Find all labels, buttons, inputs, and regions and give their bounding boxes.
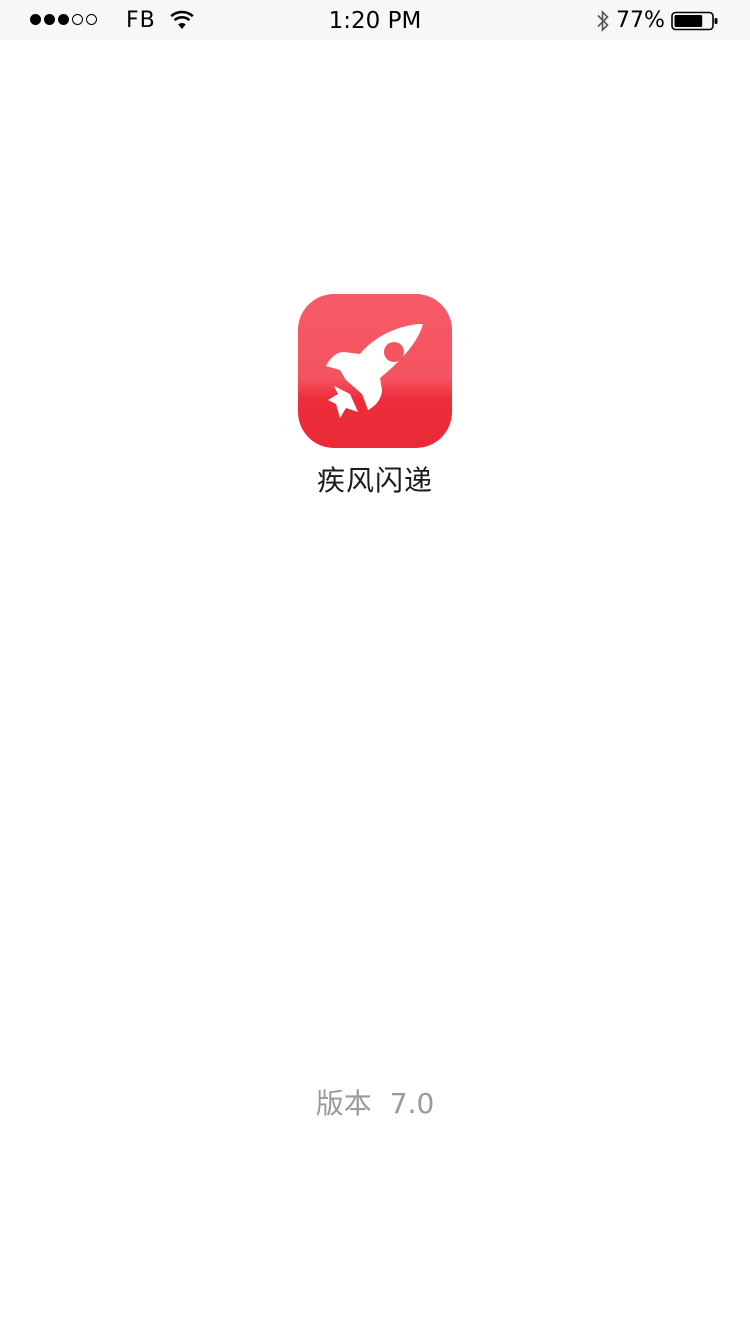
status-bar: FB 1:20 PM 77% (0, 0, 750, 40)
version-number: 7.0 (389, 1087, 435, 1120)
rocket-icon (326, 324, 423, 418)
bluetooth-icon (597, 10, 609, 32)
app-name: 疾风闪递 (316, 464, 433, 497)
battery-icon (671, 11, 718, 31)
battery-fill (674, 15, 703, 27)
battery-percentage: 77% (616, 8, 665, 33)
version-label: 版本 (315, 1087, 372, 1120)
app-logo (298, 294, 452, 448)
version-info: 版本 7.0 (0, 1086, 750, 1122)
